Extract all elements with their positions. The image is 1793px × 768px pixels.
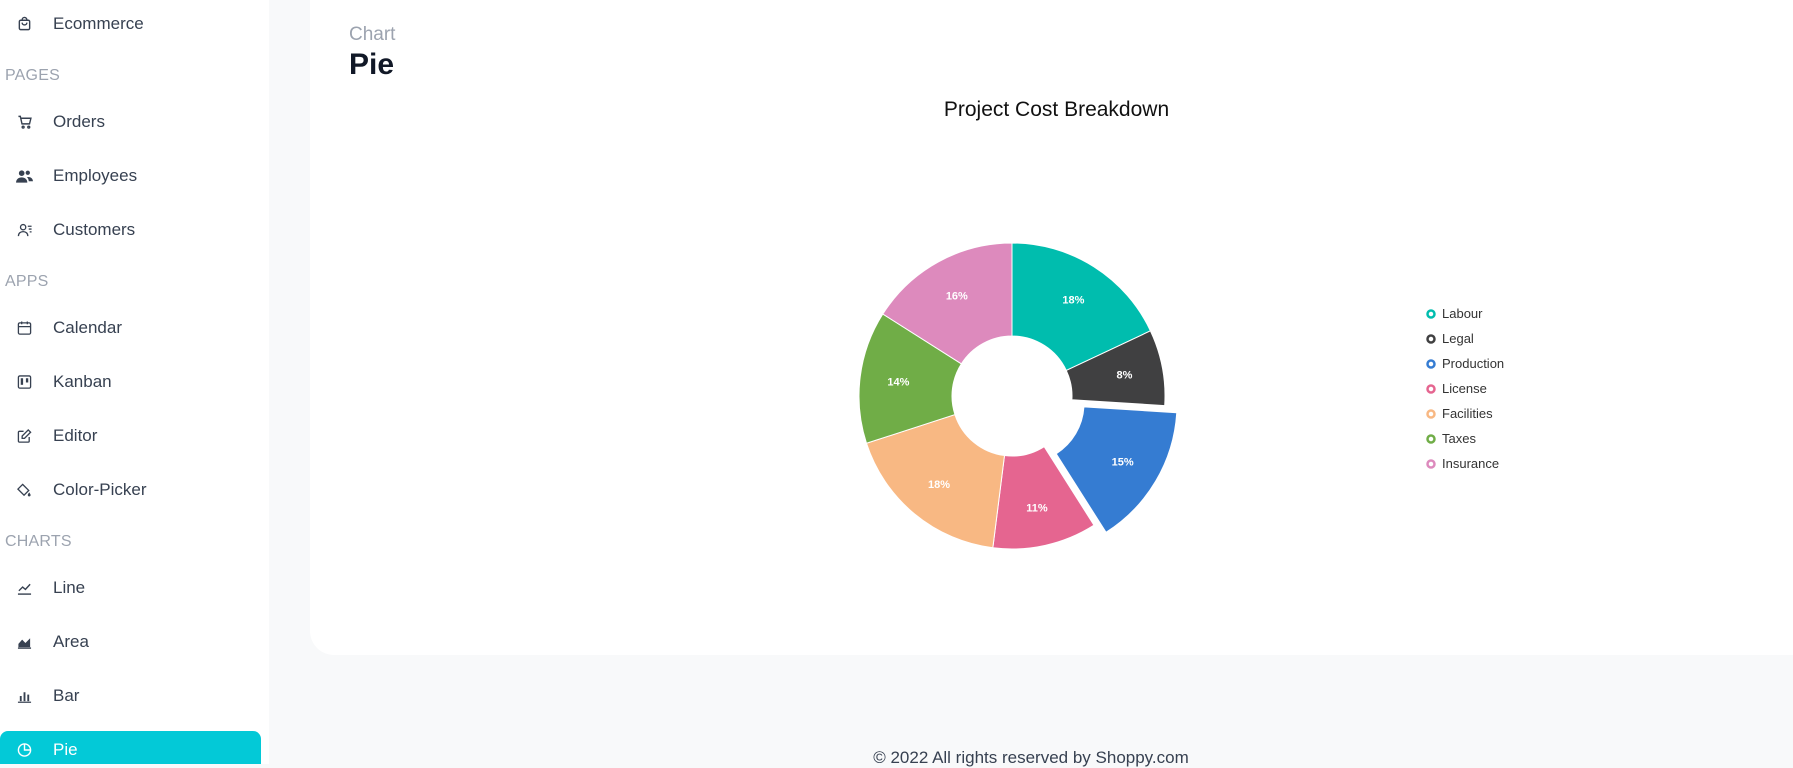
- sidebar-item-label: Ecommerce: [53, 14, 144, 33]
- footer-copyright: © 2022 All rights reserved by Shoppy.com: [873, 748, 1189, 767]
- sidebar-item-label: Color-Picker: [53, 480, 147, 499]
- data-label-labour: 18%: [1062, 294, 1084, 306]
- legend-label: Legal: [1442, 331, 1474, 346]
- bar-chart-icon: [16, 688, 33, 705]
- sidebar-item-label: Orders: [53, 112, 105, 131]
- cart-icon: [16, 114, 33, 131]
- legend-item-legal[interactable]: Legal: [1426, 331, 1474, 346]
- sidebar-item-label: Customers: [53, 220, 136, 239]
- line-chart-icon: [16, 580, 33, 597]
- pie-chart: 18% 8% 15% 11% 18% 14% 16% Labour Legal Productio…: [858, 242, 1505, 550]
- sidebar-item-kanban[interactable]: Kanban: [0, 363, 261, 401]
- legend-marker: [1426, 434, 1436, 444]
- sidebar-item-area[interactable]: Area: [0, 623, 261, 661]
- legend-label: Taxes: [1442, 431, 1476, 446]
- sidebar-item-label: Kanban: [53, 372, 112, 391]
- legend-marker: [1426, 359, 1436, 369]
- pie-chart-icon: [16, 742, 33, 759]
- sidebar-item-editor[interactable]: Editor: [0, 417, 261, 455]
- sidebar-item-pie[interactable]: Pie: [0, 731, 261, 764]
- area-chart-icon: [16, 634, 33, 651]
- edit-icon: [16, 428, 33, 445]
- section-title-apps: APPS: [5, 273, 49, 290]
- legend-item-insurance[interactable]: Insurance: [1426, 456, 1500, 471]
- legend-marker: [1426, 334, 1436, 344]
- sidebar-item-bar[interactable]: Bar: [0, 677, 261, 715]
- sidebar-item-label: Pie: [53, 740, 78, 759]
- sidebar-item-label: Bar: [53, 686, 80, 705]
- sidebar-item-customers[interactable]: Customers: [0, 211, 261, 249]
- data-label-insurance: 16%: [946, 291, 968, 303]
- legend-item-production[interactable]: Production: [1426, 356, 1505, 371]
- sidebar-item-label: Line: [53, 578, 86, 597]
- sidebar-item-line[interactable]: Line: [0, 569, 261, 607]
- legend-item-license[interactable]: License: [1426, 381, 1487, 396]
- sidebar-item-employees[interactable]: Employees: [0, 157, 261, 195]
- sidebar-item-color-picker[interactable]: Color-Picker: [0, 471, 261, 509]
- legend-item-facilities[interactable]: Facilities: [1426, 406, 1494, 421]
- sidebar-item-label: Area: [53, 632, 89, 651]
- data-label-facilities: 18%: [928, 479, 950, 491]
- data-label-taxes: 14%: [887, 377, 909, 389]
- section-title-pages: PAGES: [5, 67, 60, 84]
- kanban-icon: [16, 374, 33, 391]
- legend-label: Insurance: [1442, 456, 1499, 471]
- sidebar-item-label: Calendar: [53, 318, 122, 337]
- legend-item-taxes[interactable]: Taxes: [1426, 431, 1477, 446]
- sidebar-item-orders[interactable]: Orders: [0, 103, 261, 141]
- paint-bucket-icon: [16, 482, 33, 499]
- legend-marker: [1426, 384, 1436, 394]
- legend-label: Labour: [1442, 306, 1483, 321]
- data-label-production: 15%: [1112, 456, 1134, 468]
- sidebar: Ecommerce PAGES Orders Employees Customers AP…: [0, 0, 269, 764]
- legend-label: License: [1442, 381, 1487, 396]
- legend-marker: [1426, 309, 1436, 319]
- legend-label: Production: [1442, 356, 1504, 371]
- data-label-license: 11%: [1026, 503, 1048, 515]
- shopping-bag-icon: [16, 16, 33, 33]
- users-icon: [16, 168, 33, 185]
- contacts-icon: [16, 222, 33, 239]
- legend-marker: [1426, 459, 1436, 469]
- calendar-icon: [16, 320, 33, 337]
- sidebar-item-ecommerce[interactable]: Ecommerce: [0, 5, 261, 43]
- data-label-legal: 8%: [1117, 370, 1133, 382]
- legend-label: Facilities: [1442, 406, 1493, 421]
- section-title-charts: CHARTS: [5, 533, 72, 550]
- sidebar-item-calendar[interactable]: Calendar: [0, 309, 261, 347]
- sidebar-item-label: Editor: [53, 426, 98, 445]
- legend-item-labour[interactable]: Labour: [1426, 306, 1484, 321]
- sidebar-item-label: Employees: [53, 166, 138, 185]
- legend-marker: [1426, 409, 1436, 419]
